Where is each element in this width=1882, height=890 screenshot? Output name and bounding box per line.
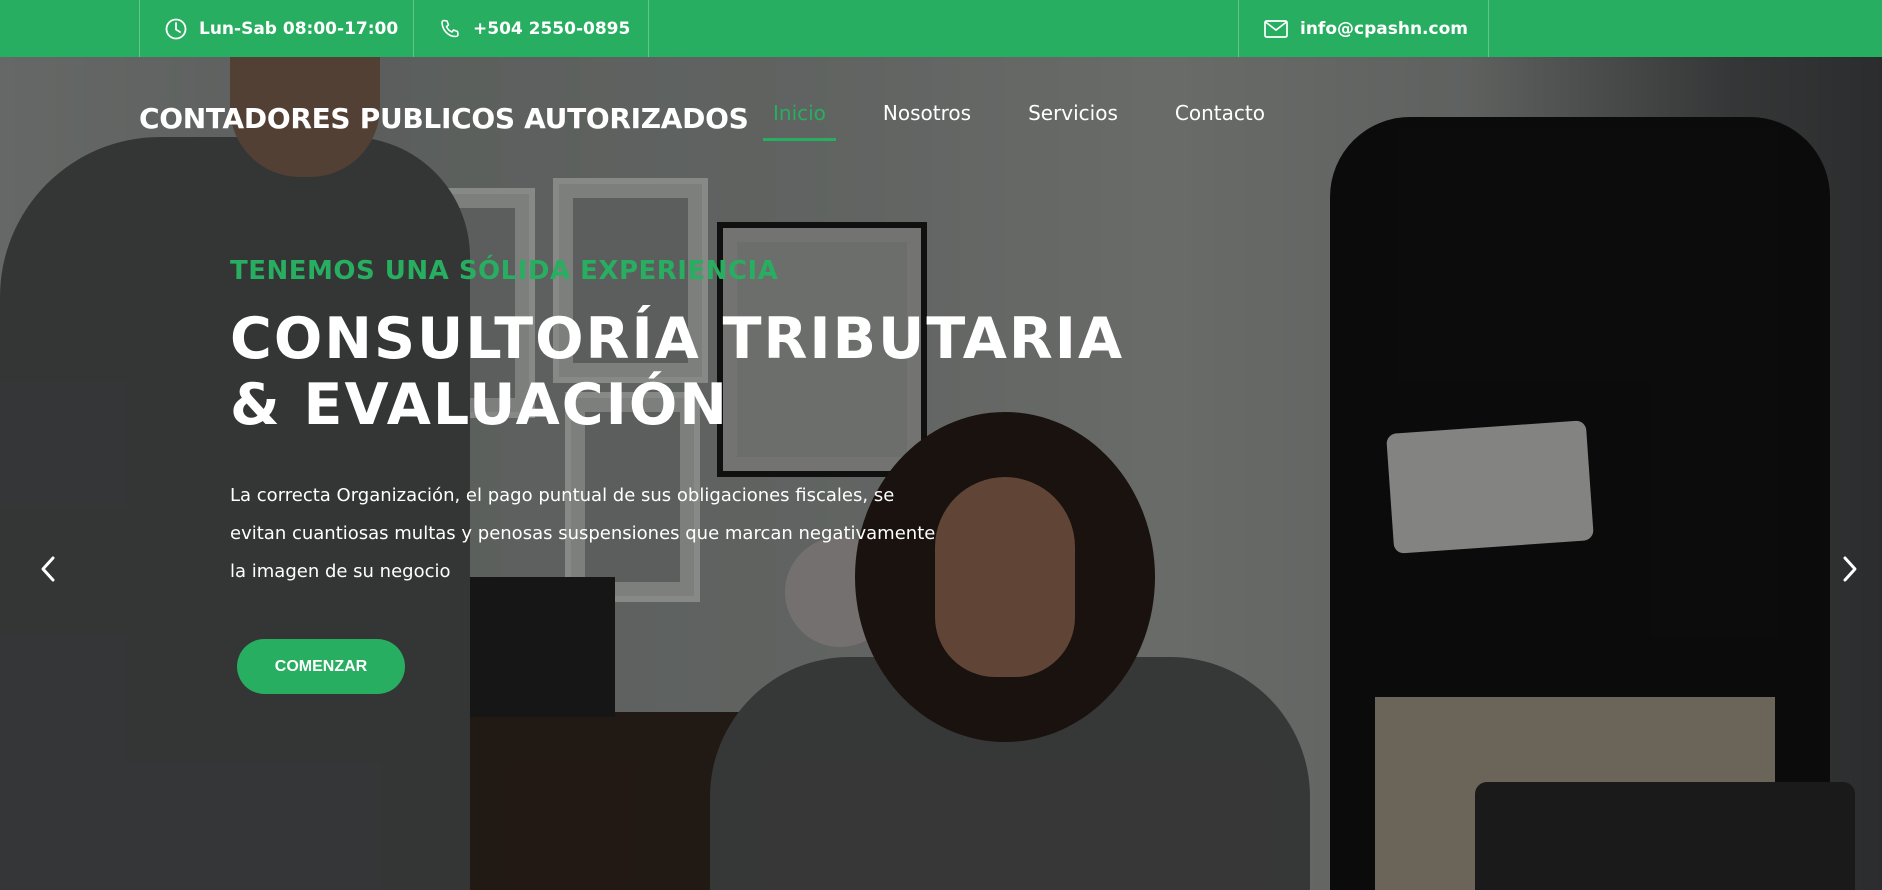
email-contact[interactable]: info@cpashn.com (1238, 0, 1489, 57)
hero-headline: CONSULTORÍA TRIBUTARIA & EVALUACIÓN (230, 306, 1130, 438)
hero-slider (0, 57, 1882, 890)
nav-item-nosotros[interactable]: Nosotros (873, 99, 981, 141)
chevron-right-icon (1843, 556, 1857, 582)
phone-icon (441, 19, 459, 37)
phone-contact[interactable]: +504 2550-0895 (413, 0, 649, 57)
email-text: info@cpashn.com (1300, 18, 1468, 39)
comenzar-button[interactable]: COMENZAR (237, 639, 405, 694)
chevron-left-icon (41, 556, 55, 582)
main-nav: Inicio Nosotros Servicios Contacto (763, 99, 1312, 141)
headline-line-2: & EVALUACIÓN (230, 372, 729, 438)
headline-line-1: CONSULTORÍA TRIBUTARIA (230, 306, 1125, 372)
site-logo[interactable]: CONTADORES PUBLICOS AUTORIZADOS (139, 102, 749, 135)
slider-next-button[interactable] (1835, 549, 1865, 589)
hero-overlay (0, 57, 1882, 890)
nav-item-servicios[interactable]: Servicios (1018, 99, 1128, 141)
hours-text: Lun-Sab 08:00-17:00 (199, 18, 399, 39)
slider-prev-button[interactable] (33, 549, 63, 589)
business-hours: Lun-Sab 08:00-17:00 (139, 0, 413, 57)
hero-kicker: TENEMOS UNA SÓLIDA EXPERIENCIA (230, 256, 779, 286)
nav-item-contacto[interactable]: Contacto (1165, 99, 1275, 141)
clock-icon (165, 18, 187, 39)
hero-description: La correcta Organización, el pago puntua… (230, 485, 936, 582)
top-info-bar: Lun-Sab 08:00-17:00 +504 2550-0895 info@… (0, 0, 1882, 57)
phone-text: +504 2550-0895 (473, 18, 631, 39)
envelope-icon (1264, 19, 1288, 38)
nav-item-inicio[interactable]: Inicio (763, 99, 836, 141)
